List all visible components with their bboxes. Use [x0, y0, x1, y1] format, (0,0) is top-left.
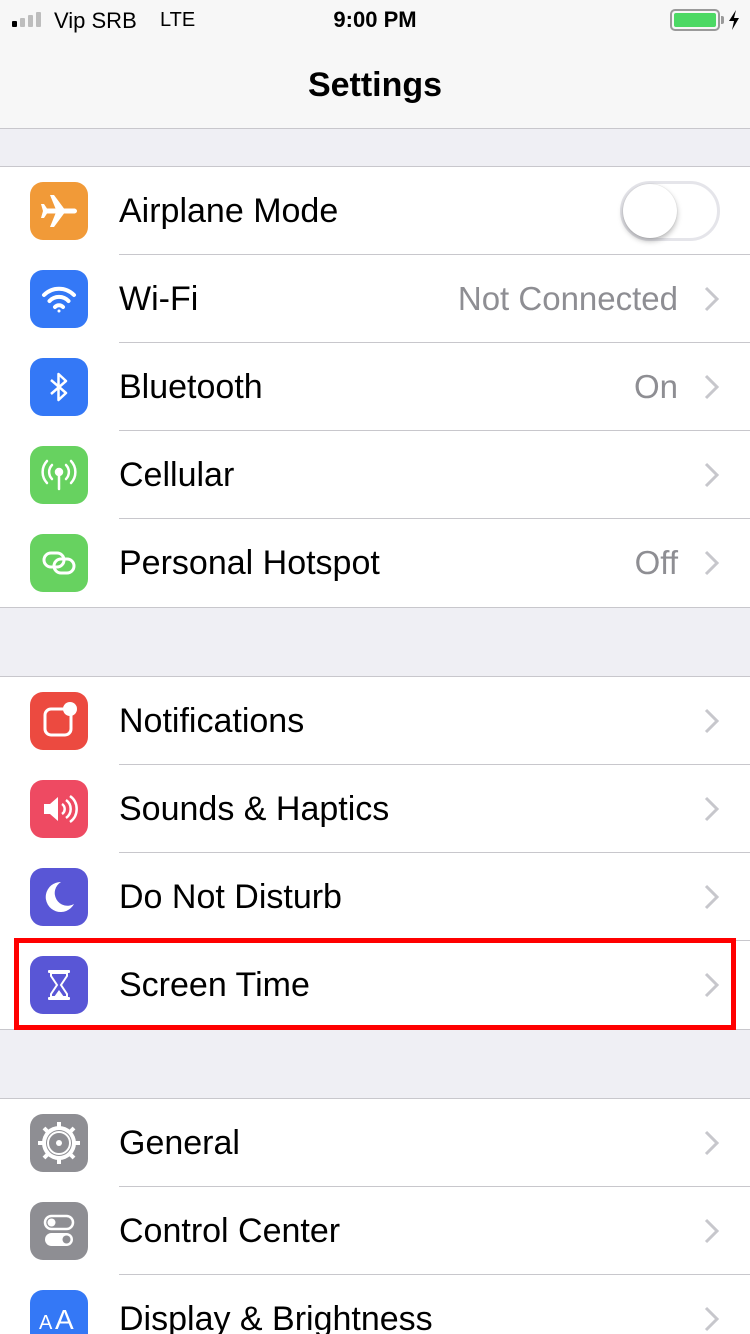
- cellular-row[interactable]: Cellular: [0, 431, 750, 519]
- notifications-label: Notifications: [119, 702, 305, 740]
- display-brightness-label: Display & Brightness: [119, 1300, 433, 1334]
- do-not-disturb-label: Do Not Disturb: [119, 878, 342, 916]
- general-label: General: [119, 1124, 240, 1162]
- chevron-right-icon: [704, 1218, 720, 1244]
- navigation-bar: Settings: [0, 40, 750, 129]
- chevron-right-icon: [704, 1130, 720, 1156]
- wifi-row[interactable]: Wi-Fi Not Connected: [0, 255, 750, 343]
- airplane-mode-toggle[interactable]: [620, 181, 720, 241]
- chevron-right-icon: [704, 462, 720, 488]
- svg-text:A: A: [39, 1312, 53, 1334]
- general-row[interactable]: General: [0, 1099, 750, 1187]
- speaker-icon: [30, 780, 88, 838]
- page-title: Settings: [307, 66, 443, 104]
- charging-bolt-icon: [729, 10, 739, 30]
- control-center-label: Control Center: [119, 1212, 341, 1250]
- airplane-icon: [30, 182, 88, 240]
- chevron-right-icon: [704, 286, 720, 312]
- personal-hotspot-label: Personal Hotspot: [119, 544, 380, 582]
- sounds-haptics-label: Sounds & Haptics: [119, 790, 390, 828]
- cellular-antenna-icon: [30, 446, 88, 504]
- control-center-row[interactable]: Control Center: [0, 1187, 750, 1275]
- status-bar: Vip SRB LTE 9:00 PM: [0, 0, 750, 40]
- bluetooth-status: On: [633, 368, 678, 405]
- gear-icon: [30, 1114, 88, 1172]
- airplane-mode-row[interactable]: Airplane Mode: [0, 167, 750, 255]
- status-time: 9:00 PM: [333, 7, 417, 32]
- chevron-right-icon: [704, 550, 720, 576]
- screen-time-highlight-box: [14, 938, 736, 1030]
- do-not-disturb-row[interactable]: Do Not Disturb: [0, 853, 750, 941]
- personal-hotspot-status: Off: [634, 544, 678, 581]
- wifi-label: Wi-Fi: [119, 280, 199, 318]
- personal-hotspot-row[interactable]: Personal Hotspot Off: [0, 519, 750, 607]
- bluetooth-icon: [30, 358, 88, 416]
- display-brightness-row[interactable]: A A Display & Brightness: [0, 1275, 750, 1334]
- hotspot-link-icon: [30, 534, 88, 592]
- general-group: General Control Center A A Display & Bri…: [0, 1098, 750, 1334]
- wifi-status: Not Connected: [457, 280, 678, 317]
- text-size-icon: A A: [30, 1290, 88, 1334]
- chevron-right-icon: [704, 374, 720, 400]
- bluetooth-label: Bluetooth: [119, 368, 263, 406]
- connectivity-group: Airplane Mode Wi-Fi Not Connected Blueto…: [0, 166, 750, 608]
- chevron-right-icon: [704, 796, 720, 822]
- notifications-row[interactable]: Notifications: [0, 677, 750, 765]
- toggle-knob: [623, 184, 677, 238]
- chevron-right-icon: [704, 708, 720, 734]
- sounds-haptics-row[interactable]: Sounds & Haptics: [0, 765, 750, 853]
- cellular-label: Cellular: [119, 456, 235, 494]
- toggles-icon: [30, 1202, 88, 1260]
- notifications-icon: [30, 692, 88, 750]
- bluetooth-row[interactable]: Bluetooth On: [0, 343, 750, 431]
- airplane-mode-label: Airplane Mode: [119, 192, 339, 230]
- battery-icon: [670, 9, 724, 31]
- svg-text:A: A: [55, 1304, 74, 1334]
- chevron-right-icon: [704, 884, 720, 910]
- wifi-icon: [30, 270, 88, 328]
- chevron-right-icon: [704, 1306, 720, 1332]
- moon-icon: [30, 868, 88, 926]
